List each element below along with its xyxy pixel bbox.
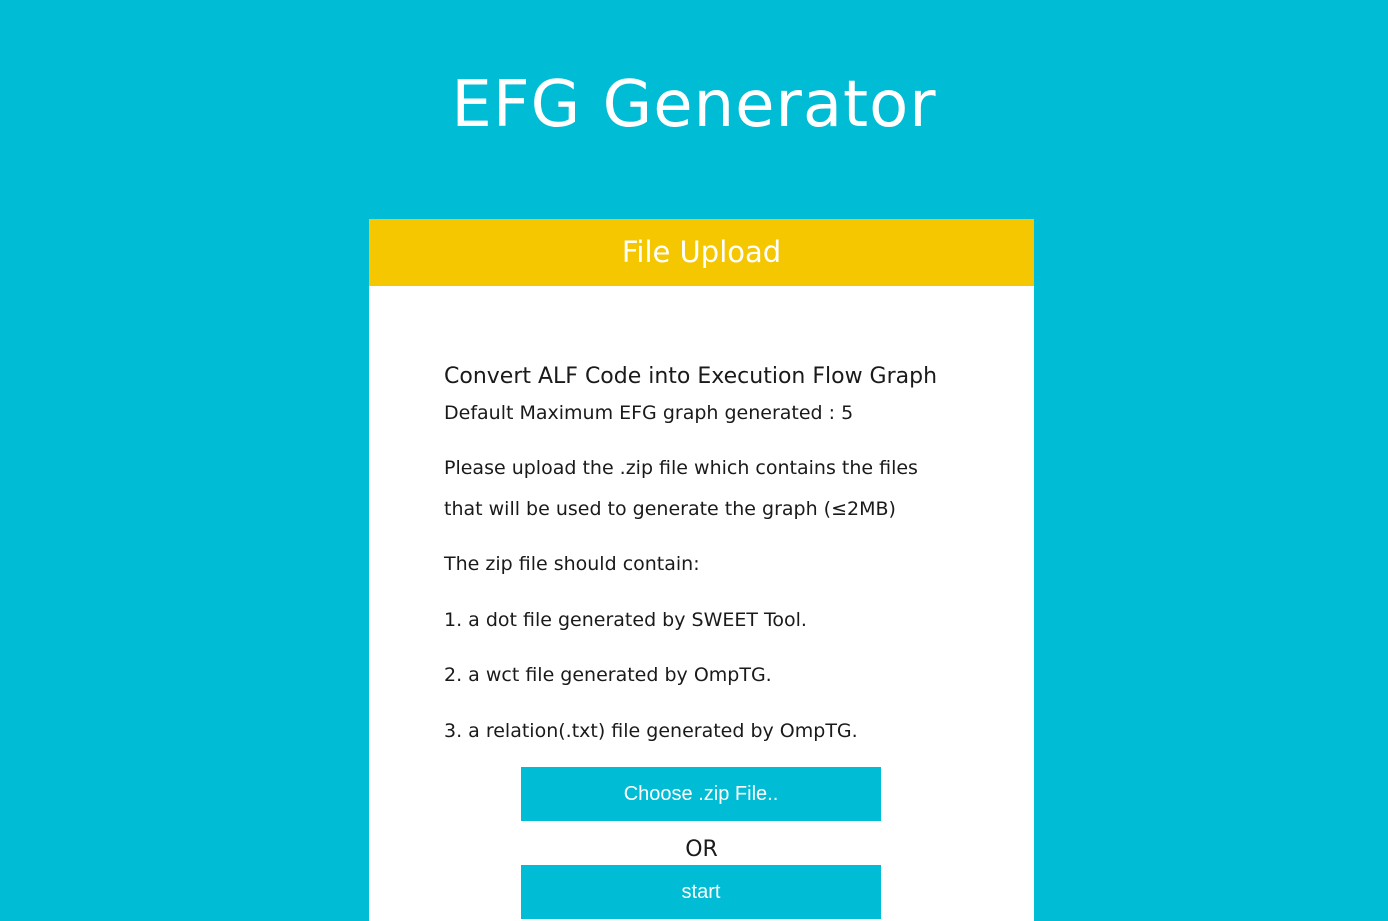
page-title: EFG Generator <box>451 68 937 142</box>
upload-instruction-line-2: that will be used to generate the graph … <box>444 498 896 520</box>
list-item: 3. a relation(.txt) file generated by Om… <box>444 720 858 742</box>
upload-card: File Upload Convert ALF Code into Execut… <box>369 219 1034 921</box>
list-item: 1. a dot file generated by SWEET Tool. <box>444 609 807 631</box>
or-separator: OR <box>685 837 718 862</box>
card-header: File Upload <box>369 219 1034 286</box>
start-button[interactable]: start <box>521 865 881 919</box>
contain-intro: The zip file should contain: <box>444 553 700 575</box>
card-heading: Convert ALF Code into Execution Flow Gra… <box>444 364 938 389</box>
list-item: 2. a wct file generated by OmpTG. <box>444 664 772 686</box>
upload-instruction-line-1: Please upload the .zip file which contai… <box>444 457 918 479</box>
choose-zip-file-button[interactable]: Choose .zip File.. <box>521 767 881 821</box>
default-max-text: Default Maximum EFG graph generated : 5 <box>444 402 854 424</box>
